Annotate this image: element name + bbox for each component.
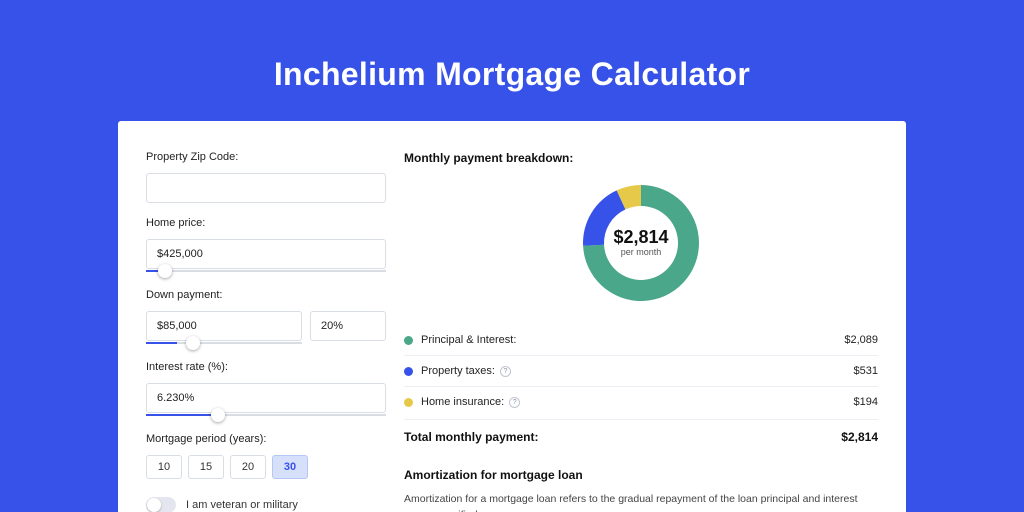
slider-thumb[interactable] <box>158 264 172 278</box>
zip-label: Property Zip Code: <box>146 151 386 163</box>
info-icon[interactable]: ? <box>509 397 520 408</box>
donut-center-sub: per month <box>621 247 662 257</box>
home-price-label: Home price: <box>146 217 386 229</box>
total-row: Total monthly payment: $2,814 <box>404 419 878 456</box>
down-payment-label: Down payment: <box>146 289 386 301</box>
period-option-20[interactable]: 20 <box>230 455 266 479</box>
calculator-card: Property Zip Code: Home price: Down paym… <box>118 121 906 512</box>
home-price-field: Home price: <box>146 217 386 275</box>
donut-center-amount: $2,814 <box>613 227 668 247</box>
period-field: Mortgage period (years): 10152030 <box>146 433 386 479</box>
slider-thumb[interactable] <box>186 336 200 350</box>
breakdown-column: Monthly payment breakdown: $2,814 per mo… <box>404 151 878 512</box>
period-option-30[interactable]: 30 <box>272 455 308 479</box>
legend-dot <box>404 398 413 407</box>
breakdown-title: Monthly payment breakdown: <box>404 151 878 165</box>
interest-input[interactable] <box>146 383 386 413</box>
legend-label-text: Principal & Interest: <box>421 334 516 346</box>
legend-label: Property taxes:? <box>421 365 854 377</box>
legend-label: Home insurance:? <box>421 396 854 408</box>
info-icon[interactable]: ? <box>500 366 511 377</box>
legend-label: Principal & Interest: <box>421 334 844 346</box>
donut-chart: $2,814 per month <box>404 177 878 319</box>
donut-svg: $2,814 per month <box>577 179 705 307</box>
down-payment-percent-input[interactable] <box>310 311 386 341</box>
period-option-10[interactable]: 10 <box>146 455 182 479</box>
slider-line <box>146 270 386 272</box>
veteran-toggle[interactable] <box>146 497 176 512</box>
legend-value: $531 <box>854 365 878 377</box>
legend-label-text: Home insurance: <box>421 396 504 408</box>
amortization-title: Amortization for mortgage loan <box>404 468 878 482</box>
amortization-text: Amortization for a mortgage loan refers … <box>404 492 878 512</box>
legend-dot <box>404 367 413 376</box>
down-payment-slider[interactable] <box>146 339 302 347</box>
total-label: Total monthly payment: <box>404 430 841 444</box>
legend-value: $2,089 <box>844 334 878 346</box>
legend-row: Property taxes:?$531 <box>404 356 878 387</box>
slider-fill <box>146 414 218 416</box>
home-price-slider[interactable] <box>146 267 386 275</box>
legend-value: $194 <box>854 396 878 408</box>
period-option-15[interactable]: 15 <box>188 455 224 479</box>
period-label: Mortgage period (years): <box>146 433 386 445</box>
legend-dot <box>404 336 413 345</box>
slider-fill <box>146 342 177 344</box>
interest-field: Interest rate (%): <box>146 361 386 419</box>
veteran-label: I am veteran or military <box>186 499 298 511</box>
home-price-input[interactable] <box>146 239 386 269</box>
period-options: 10152030 <box>146 455 386 479</box>
interest-label: Interest rate (%): <box>146 361 386 373</box>
page-title: Inchelium Mortgage Calculator <box>274 56 750 93</box>
inputs-column: Property Zip Code: Home price: Down paym… <box>146 151 386 512</box>
down-payment-field: Down payment: <box>146 289 386 347</box>
legend-row: Principal & Interest: $2,089 <box>404 325 878 356</box>
down-payment-amount-input[interactable] <box>146 311 302 341</box>
legend-label-text: Property taxes: <box>421 365 495 377</box>
toggle-knob <box>147 498 161 512</box>
veteran-row: I am veteran or military <box>146 497 386 512</box>
legend: Principal & Interest: $2,089 Property taxe… <box>404 325 878 417</box>
zip-input[interactable] <box>146 173 386 203</box>
total-value: $2,814 <box>841 430 878 444</box>
interest-slider[interactable] <box>146 411 386 419</box>
zip-field: Property Zip Code: <box>146 151 386 203</box>
amortization-section: Amortization for mortgage loan Amortizat… <box>404 468 878 512</box>
slider-thumb[interactable] <box>211 408 225 422</box>
legend-row: Home insurance:?$194 <box>404 387 878 417</box>
